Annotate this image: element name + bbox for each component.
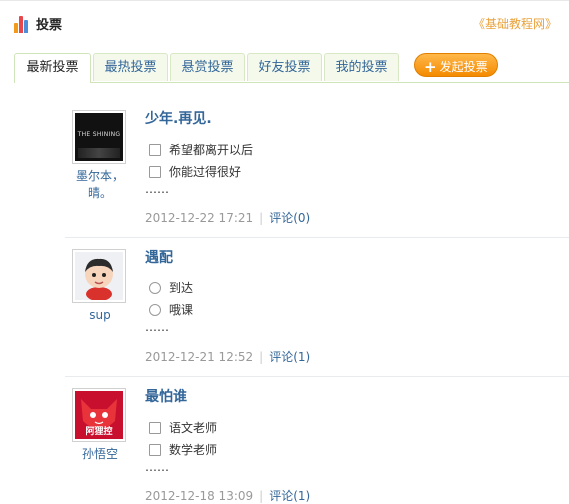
comments-link[interactable]: 评论(0) <box>269 211 310 225</box>
plus-icon: + <box>424 58 437 76</box>
avatar[interactable] <box>72 249 126 303</box>
poll-option: 数学老师 <box>149 441 217 458</box>
poll-meta: 2012-12-18 13:09 | 评论(1) <box>145 489 311 503</box>
tab-mine[interactable]: 我的投票 <box>324 53 399 81</box>
poll-chart-icon <box>14 15 31 33</box>
checkbox[interactable] <box>149 444 161 456</box>
tab-latest[interactable]: 最新投票 <box>14 53 91 83</box>
checkbox[interactable] <box>149 422 161 434</box>
poll-item: sup 遇配 到达 哦课 …… 2012-12-21 12:52 | 评论(1) <box>65 249 569 377</box>
page-header: 投票 《基础教程网》 <box>0 0 569 46</box>
cartoon-avatar-icon <box>85 258 113 300</box>
poll-date: 2012-12-21 12:52 <box>145 350 254 364</box>
radio[interactable] <box>149 282 161 294</box>
username-link[interactable]: 墨尔本，晴。 <box>65 168 135 202</box>
tab-hot[interactable]: 最热投票 <box>93 53 168 81</box>
poll-option: 到达 <box>149 279 193 296</box>
site-link[interactable]: 《基础教程网》 <box>473 15 557 32</box>
more-ellipsis: …… <box>145 182 169 196</box>
poll-meta: 2012-12-22 17:21 | 评论(0) <box>145 211 311 225</box>
username-link[interactable]: 孙悟空 <box>65 446 135 463</box>
poll-item: 阿狸控 孙悟空 最怕谁 语文老师 数学老师 …… 2012-12-18 13:0… <box>65 388 569 504</box>
comments-link[interactable]: 评论(1) <box>269 350 310 364</box>
username-link[interactable]: sup <box>65 307 135 324</box>
comments-link[interactable]: 评论(1) <box>269 489 310 503</box>
page-title: 投票 <box>36 18 63 33</box>
avatar-caption: 阿狸控 <box>85 427 113 437</box>
tab-friends[interactable]: 好友投票 <box>247 53 322 81</box>
poll-title[interactable]: 遇配 <box>145 247 173 267</box>
poll-date: 2012-12-18 13:09 <box>145 489 254 503</box>
checkbox[interactable] <box>149 166 161 178</box>
more-ellipsis: …… <box>145 460 169 474</box>
poll-option: 语文老师 <box>149 419 217 436</box>
avatar[interactable]: THE SHINING <box>72 110 126 164</box>
checkbox[interactable] <box>149 144 161 156</box>
launch-poll-button[interactable]: + 发起投票 <box>414 53 498 77</box>
avatar-caption: THE SHINING <box>77 131 121 138</box>
poll-option: 你能过得很好 <box>149 163 241 180</box>
poll-item: THE SHINING 墨尔本，晴。 少年.再见. 希望都离开以后 你能过得很好… <box>65 110 569 238</box>
poll-title[interactable]: 少年.再见. <box>145 108 212 128</box>
avatar[interactable]: 阿狸控 <box>72 388 126 442</box>
tab-reward[interactable]: 悬赏投票 <box>170 53 245 81</box>
poll-option: 希望都离开以后 <box>149 141 253 158</box>
poll-option: 哦课 <box>149 301 193 318</box>
poll-meta: 2012-12-21 12:52 | 评论(1) <box>145 350 311 364</box>
launch-poll-label: 发起投票 <box>439 60 488 74</box>
poll-date: 2012-12-22 17:21 <box>145 211 254 225</box>
poll-title[interactable]: 最怕谁 <box>145 386 187 406</box>
more-ellipsis: …… <box>145 320 169 334</box>
radio[interactable] <box>149 304 161 316</box>
